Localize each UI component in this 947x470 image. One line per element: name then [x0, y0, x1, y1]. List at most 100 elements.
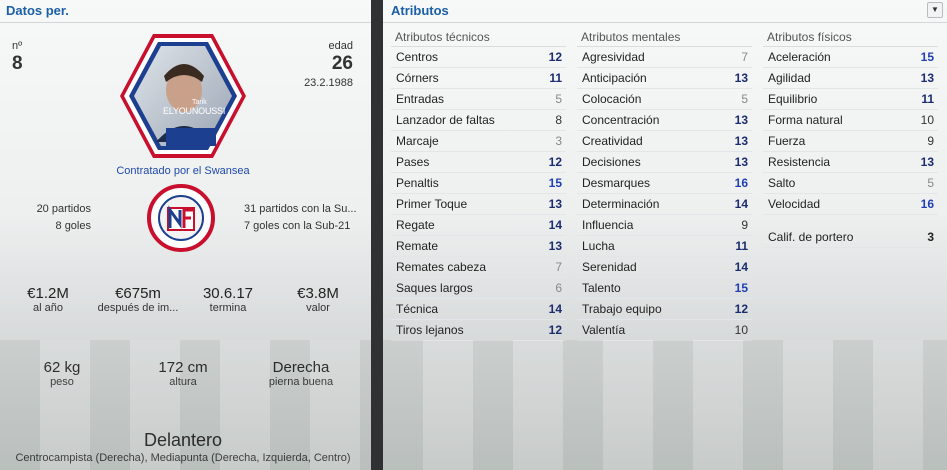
attribute-value: 13	[734, 155, 748, 169]
mental-list: Agresividad 7 Anticipación 13 Colocación 5 Con…	[577, 47, 752, 341]
attribute-name: Resistencia	[768, 155, 831, 169]
attribute-row: Aceleración 15	[763, 47, 938, 68]
attribute-value: 13	[734, 134, 748, 148]
attribute-value: 15	[734, 281, 748, 295]
attribute-name: Velocidad	[768, 197, 821, 211]
net-value: €675m	[115, 285, 161, 302]
attribute-value: 16	[734, 176, 748, 190]
attribute-name: Decisiones	[582, 155, 641, 169]
attribute-row: Salto 5	[763, 173, 938, 194]
attribute-value: 13	[548, 239, 562, 253]
attribute-row: Agresividad 7	[577, 47, 752, 68]
attribute-value: 13	[920, 71, 934, 85]
shirt-number: 8	[12, 53, 23, 74]
attribute-value: 9	[927, 134, 934, 148]
attribute-row: Lanzador de faltas 8	[391, 110, 566, 131]
attribute-name: Concentración	[582, 113, 660, 127]
attribute-row: Valentía 10	[577, 320, 752, 341]
divider	[383, 22, 947, 23]
attribute-value: 12	[734, 302, 748, 316]
attribute-name: Creatividad	[582, 134, 643, 148]
technical-column: Atributos técnicos Centros 12 Córners 11 Ent…	[391, 28, 566, 341]
attributes-panel: Atributos ▼ Atributos técnicos Centros 12…	[383, 0, 947, 470]
number-label: nº	[12, 40, 23, 52]
attribute-value: 5	[927, 176, 934, 190]
attribute-row: Decisiones 13	[577, 152, 752, 173]
attribute-value: 5	[555, 92, 562, 106]
attribute-row: Centros 12	[391, 47, 566, 68]
attribute-value: 12	[548, 155, 562, 169]
attribute-value: 14	[734, 260, 748, 274]
wage-label: al año	[33, 302, 63, 314]
attribute-value: 13	[548, 197, 562, 211]
positions-detail: Centrocampista (Derecha), Mediapunta (De…	[15, 452, 351, 464]
attribute-name: Entradas	[396, 92, 445, 106]
preferred-foot: Derecha pierna buena	[254, 359, 348, 388]
attribute-row: Fuerza 9	[763, 131, 938, 152]
attribute-row: Influencia 9	[577, 215, 752, 236]
attribute-row: Equilibrio 11	[763, 89, 938, 110]
attribute-name: Fuerza	[768, 134, 806, 148]
net-label: después de im...	[97, 302, 179, 314]
attribute-value: 12	[548, 50, 562, 64]
finance-expiry: 30.6.17 termina	[186, 285, 270, 314]
attribute-value: 14	[548, 302, 562, 316]
attribute-row: Entradas 5	[391, 89, 566, 110]
attribute-name: Técnica	[396, 302, 439, 316]
attribute-value: 14	[548, 218, 562, 232]
attribute-value: 6	[555, 281, 562, 295]
divider	[0, 22, 371, 23]
attribute-name: Córners	[396, 71, 439, 85]
attribute-value: 10	[920, 113, 934, 127]
attribute-value: 7	[741, 50, 748, 64]
u21-matches: 31 partidos con la Su...	[244, 203, 357, 215]
attribute-value: 11	[549, 71, 562, 85]
card-first-name: Tarik	[192, 99, 207, 106]
attribute-row: Determinación 14	[577, 194, 752, 215]
attribute-name: Serenidad	[582, 260, 637, 274]
attribute-value: 12	[548, 323, 562, 337]
foot-label: pierna buena	[268, 376, 334, 388]
attribute-name: Tiros lejanos	[396, 323, 464, 337]
attribute-row: Velocidad 16	[763, 194, 938, 215]
weight: 62 kg peso	[22, 359, 102, 388]
attribute-value: 13	[734, 71, 748, 85]
attribute-value: 13	[734, 113, 748, 127]
attribute-name: Desmarques	[582, 176, 651, 190]
panel-menu-button[interactable]: ▼	[927, 2, 943, 18]
personal-panel-title: Datos per.	[6, 3, 69, 18]
attribute-name: Agresividad	[582, 50, 645, 64]
attribute-value: 3	[927, 230, 934, 244]
contract-link[interactable]: Contratado por el Swansea	[0, 165, 366, 177]
height-label: altura	[169, 376, 197, 388]
attribute-name: Talento	[582, 281, 621, 295]
attribute-value: 11	[735, 239, 748, 253]
foot-value: Derecha	[272, 359, 330, 376]
technical-list: Centros 12 Córners 11 Entradas 5 Lanzador de f…	[391, 47, 566, 341]
attribute-row: Regate 14	[391, 215, 566, 236]
attribute-name: Valentía	[582, 323, 626, 337]
attribute-value: 3	[555, 134, 562, 148]
attribute-name: Determinación	[582, 197, 660, 211]
attribute-row: Resistencia 13	[763, 152, 938, 173]
physical-column: Atributos físicos Aceleración 15 Agilidad 1…	[763, 28, 938, 248]
expiry-label: termina	[209, 302, 247, 314]
finance-net: €675m después de im...	[88, 285, 188, 314]
technical-heading: Atributos técnicos	[391, 28, 566, 47]
mental-column: Atributos mentales Agresividad 7 Anticipac…	[577, 28, 752, 341]
attribute-name: Aceleración	[768, 50, 831, 64]
attribute-row: Lucha 11	[577, 236, 752, 257]
value-label: valor	[306, 302, 330, 314]
attribute-row: Saques largos 6	[391, 278, 566, 299]
attribute-name: Agilidad	[768, 71, 811, 85]
attribute-row: Trabajo equipo 12	[577, 299, 752, 320]
attribute-row: Penaltis 15	[391, 173, 566, 194]
main-position: Delantero	[143, 430, 223, 450]
weight-label: peso	[50, 376, 74, 388]
club-matches: 20 partidos	[36, 203, 91, 215]
attribute-value: 9	[741, 218, 748, 232]
attribute-row: Desmarques 16	[577, 173, 752, 194]
personal-panel: Datos per. nº 8 edad 26 23.2.1988 Tarik …	[0, 0, 371, 470]
attribute-row: Marcaje 3	[391, 131, 566, 152]
